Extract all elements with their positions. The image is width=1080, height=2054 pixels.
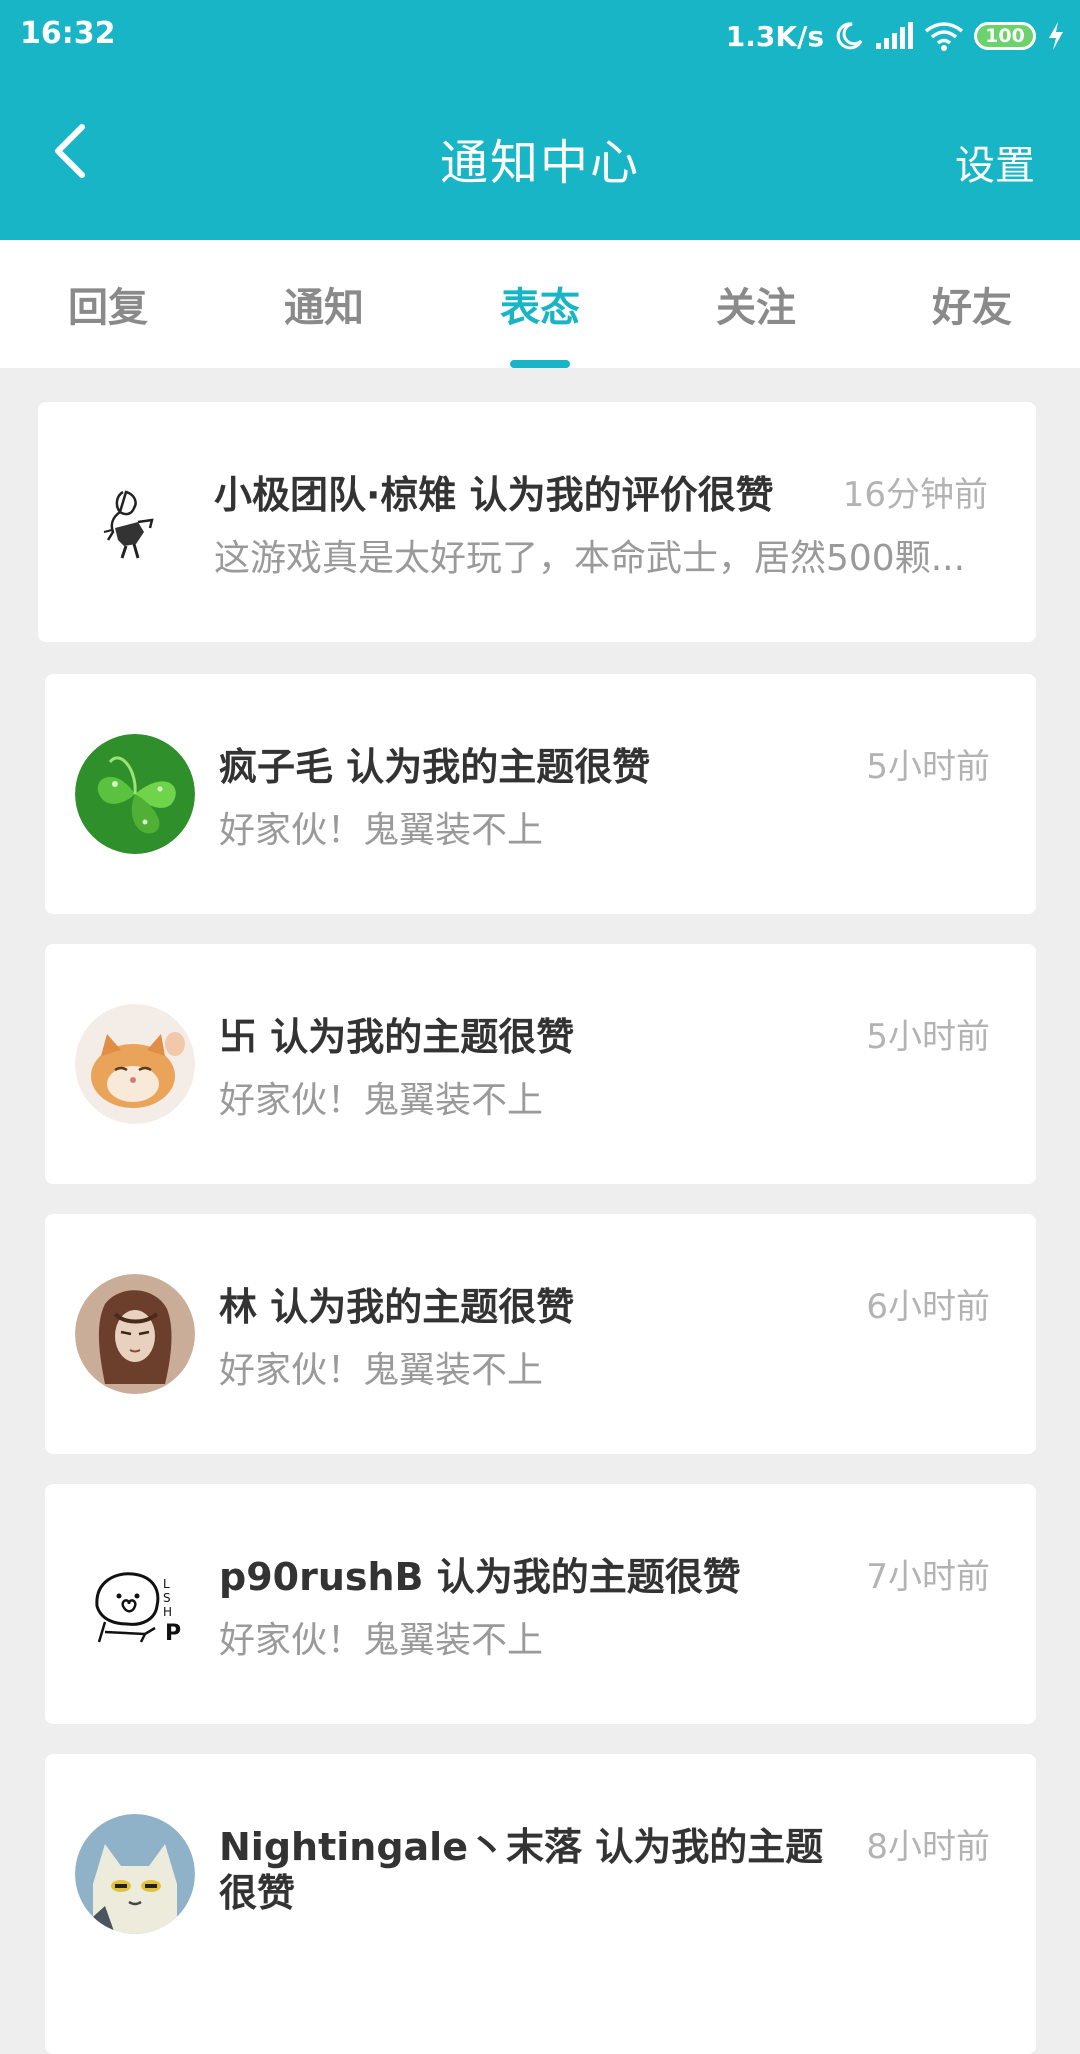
avatar[interactable]: L S H P: [75, 1544, 195, 1664]
notification-time: 5小时前: [866, 747, 990, 787]
tab-label: 表态: [500, 285, 580, 331]
notification-title-line: Nightingale丶末落 认为我的主题: [219, 1825, 824, 1869]
charging-icon: [1046, 21, 1066, 51]
tab-label: 关注: [716, 285, 796, 331]
notification-title: 卐 认为我的主题很赞: [219, 1015, 575, 1059]
avatar[interactable]: [68, 462, 188, 582]
avatar[interactable]: [75, 1814, 195, 1934]
notification-title: 小极团队·椋雉 认为我的评价很赞: [214, 473, 774, 517]
notification-item[interactable]: 林 认为我的主题很赞 6小时前 好家伙！鬼翼装不上: [45, 1214, 1036, 1454]
notification-time: 16分钟前: [842, 475, 988, 515]
notification-item[interactable]: 疯子毛 认为我的主题很赞 5小时前 好家伙！鬼翼装不上: [45, 674, 1036, 914]
notification-item[interactable]: 小极团队·椋雉 认为我的评价很赞 16分钟前 这游戏真是太好玩了，本命武士，居然…: [38, 402, 1036, 642]
notification-title: Nightingale丶末落 认为我的主题 很赞: [219, 1824, 839, 1916]
tab-bar: 回复 通知 表态 关注 好友: [0, 240, 1080, 368]
page-title: 通知中心: [439, 135, 640, 191]
notification-snippet: 好家伙！鬼翼装不上: [219, 810, 544, 851]
battery-indicator: 100: [974, 22, 1036, 50]
tab-follows[interactable]: 关注: [648, 240, 864, 368]
notification-snippet: 好家伙！鬼翼装不上: [219, 1080, 544, 1121]
notification-item[interactable]: Nightingale丶末落 认为我的主题 很赞 8小时前: [45, 1754, 1036, 2054]
wifi-icon: [924, 21, 964, 51]
notification-time: 6小时前: [866, 1287, 990, 1327]
svg-text:S: S: [163, 1591, 171, 1605]
tab-active-indicator: [510, 360, 570, 368]
notification-title: p90rushB 认为我的主题很赞: [219, 1555, 741, 1599]
notification-item[interactable]: L S H P p90rushB 认为我的主题很赞 7小时前 好家伙！鬼翼装不上: [45, 1484, 1036, 1724]
tab-label: 回复: [68, 285, 148, 331]
notification-title-line: 很赞: [219, 1871, 296, 1915]
notification-item[interactable]: 卐 认为我的主题很赞 5小时前 好家伙！鬼翼装不上: [45, 944, 1036, 1184]
svg-text:L: L: [163, 1577, 170, 1591]
notification-time: 5小时前: [866, 1017, 990, 1057]
notification-snippet: 好家伙！鬼翼装不上: [219, 1620, 544, 1661]
notification-title: 林 认为我的主题很赞: [219, 1285, 575, 1329]
tab-friends[interactable]: 好友: [864, 240, 1080, 368]
status-icons: 1.3K/s 100: [726, 14, 1066, 58]
avatar[interactable]: [75, 1004, 195, 1124]
signal-icon: [874, 21, 914, 51]
settings-button[interactable]: 设置: [955, 133, 1035, 191]
notification-snippet: 好家伙！鬼翼装不上: [219, 1350, 544, 1391]
tab-notices[interactable]: 通知: [216, 240, 432, 368]
status-time: 16:32: [20, 16, 116, 51]
moon-icon: [834, 21, 864, 51]
avatar[interactable]: [75, 734, 195, 854]
notification-time: 7小时前: [866, 1557, 990, 1597]
notification-time: 8小时前: [866, 1827, 990, 1867]
notification-snippet: 这游戏真是太好玩了，本命武士，居然500颗...: [214, 538, 966, 579]
avatar[interactable]: [75, 1274, 195, 1394]
svg-text:P: P: [165, 1621, 181, 1646]
tab-label: 好友: [932, 285, 1012, 331]
app-bar: 通知中心 设置: [0, 73, 1080, 240]
notification-title: 疯子毛 认为我的主题很赞: [219, 745, 651, 789]
svg-text:H: H: [163, 1605, 172, 1619]
tab-reactions[interactable]: 表态: [432, 240, 648, 368]
tab-replies[interactable]: 回复: [0, 240, 216, 368]
tab-label: 通知: [284, 285, 364, 331]
status-bar: 16:32 1.3K/s 100: [0, 0, 1080, 73]
network-speed: 1.3K/s: [725, 19, 824, 53]
